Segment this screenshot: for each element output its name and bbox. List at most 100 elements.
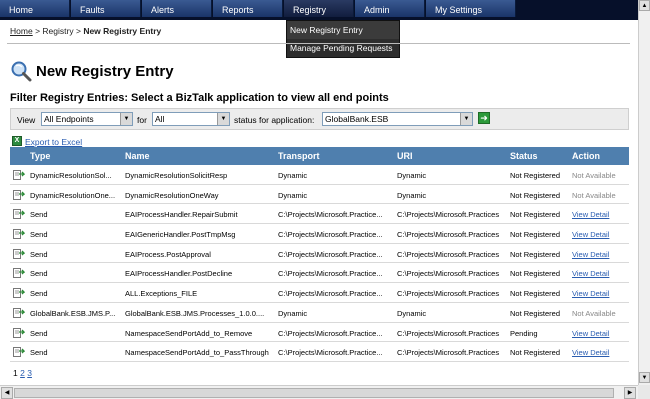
cell-transport: C:\Projects\Microsoft.Practice... [278,249,383,259]
cell-uri: C:\Projects\Microsoft.Practices [397,269,500,279]
endpoint-send-icon [13,307,25,318]
header-action[interactable]: Action [572,151,628,161]
header-name[interactable]: Name [125,151,275,161]
cell-transport: Dynamic [278,171,308,180]
pagination: 1 2 3 [13,368,32,378]
view-detail-link[interactable]: View Detail [572,348,628,357]
endpoint-send-icon [13,170,25,180]
cell-transport: Dynamic [278,308,308,318]
scrollbar-corner [638,385,650,399]
cell-status: Not Registered [510,308,561,318]
endpoint-send-icon [13,189,25,200]
cell-uri: Dynamic [397,171,427,180]
cell-status: Not Registered [510,249,561,259]
page-3-link[interactable]: 3 [27,368,32,378]
menu-item-manage-pending-requests[interactable]: Manage Pending Requests [287,39,399,57]
tab-registry[interactable]: Registry [284,0,354,17]
chevron-down-icon: ▼ [120,113,132,125]
cell-type: Send [30,328,48,338]
cell-uri: C:\Projects\Microsoft.Practices [397,210,500,220]
scroll-thumb[interactable] [14,388,614,398]
view-detail-link[interactable]: View Detail [572,329,628,338]
page-2-link[interactable]: 2 [20,368,25,378]
horizontal-scrollbar[interactable]: ◀ ▶ [0,385,638,399]
scroll-right-icon[interactable]: ▶ [624,387,636,399]
cell-name: ALL.Exceptions_FILE [125,289,198,299]
cell-status: Not Registered [510,348,561,358]
page-subtitle: Filter Registry Entries: Select a BizTal… [10,92,389,104]
tab-admin[interactable]: Admin [355,0,425,17]
cell-type: DynamicResolutionSol... [30,171,112,180]
table-body: DynamicResolutionSol... DynamicResolution… [10,165,629,362]
cell-type: Send [30,230,48,240]
for-select[interactable]: All ▼ [152,112,230,126]
cell-transport: C:\Projects\Microsoft.Practice... [278,328,383,338]
view-detail-link[interactable]: View Detail [572,230,628,239]
header-type[interactable]: Type [30,151,125,161]
cell-name: NamespaceSendPortAdd_to_PassThrough [125,348,269,358]
scroll-left-icon[interactable]: ◀ [1,387,13,399]
table-row: DynamicResolutionSol... DynamicResolution… [10,165,629,185]
cell-status: Pending [510,328,538,338]
cell-action: Not Available [572,171,616,180]
breadcrumb-separator: > [35,26,41,36]
application-select[interactable]: GlobalBank.ESB ▼ [322,112,473,126]
cell-name: EAIProcess.PostApproval [125,249,211,259]
cell-name: GlobalBank.ESB.JMS.Processes_1.0.0.... [125,308,265,318]
table-row: Send EAIGenericHandler.PostTmpMsg C:\Proje… [10,224,629,244]
header-transport[interactable]: Transport [278,151,394,161]
cell-transport: C:\Projects\Microsoft.Practice... [278,230,383,240]
table-header: Type Name Transport URI Status Action [10,147,629,165]
for-select-value: All [155,114,165,124]
endpoint-send-icon [13,327,25,338]
page-title: New Registry Entry [36,63,174,80]
header-status[interactable]: Status [510,151,572,161]
view-detail-link[interactable]: View Detail [572,269,628,278]
view-detail-link[interactable]: View Detail [572,210,628,219]
vertical-scrollbar[interactable]: ▲ ▼ [638,0,650,385]
tab-reports[interactable]: Reports [213,0,283,17]
cell-status: Not Registered [510,289,561,299]
scroll-up-icon[interactable]: ▲ [639,0,650,11]
go-arrow-icon[interactable]: ➜ [478,112,490,124]
endpoint-send-icon [13,248,25,259]
header-uri[interactable]: URI [397,151,509,161]
endpoint-send-icon [13,268,25,279]
scroll-down-icon[interactable]: ▼ [639,372,650,383]
registry-search-icon [11,61,32,82]
breadcrumb-separator: > [75,26,81,36]
cell-uri: C:\Projects\Microsoft.Practices [397,230,500,240]
table-row: GlobalBank.ESB.JMS.P... GlobalBank.ESB.JM… [10,302,629,323]
breadcrumb-registry: Registry [42,26,74,36]
cell-name: EAIProcessHandler.RepairSubmit [125,210,238,220]
chevron-down-icon: ▼ [217,113,229,125]
table-row: Send NamespaceSendPortAdd_to_PassThrough C… [10,342,629,362]
table-row: Send EAIProcessHandler.RepairSubmit C:\Pro… [10,204,629,225]
endpoint-send-icon [13,209,25,220]
cell-name: EAIProcessHandler.PostDecline [125,269,233,279]
divider [7,43,630,44]
tab-faults[interactable]: Faults [71,0,141,17]
tab-home[interactable]: Home [0,0,70,17]
excel-icon[interactable]: X [12,136,22,146]
view-select[interactable]: All Endpoints ▼ [41,112,133,126]
cell-status: Not Registered [510,230,561,240]
breadcrumb-home-link[interactable]: Home [10,26,33,36]
view-detail-link[interactable]: View Detail [572,289,628,298]
tab-my-settings[interactable]: My Settings [426,0,516,17]
cell-uri: Dynamic [397,190,427,200]
tab-alerts[interactable]: Alerts [142,0,212,17]
cell-type: Send [30,289,48,299]
application-select-value: GlobalBank.ESB [325,114,389,124]
view-detail-link[interactable]: View Detail [572,250,628,259]
top-nav-bar: Home Faults Alerts Reports Registry Admi… [0,0,638,20]
view-label: View [17,115,36,125]
cell-transport: C:\Projects\Microsoft.Practice... [278,210,383,220]
status-label: status for application: [234,115,315,125]
export-to-excel-link[interactable]: Export to Excel [25,137,82,147]
cell-action: Not Available [572,190,616,200]
cell-uri: C:\Projects\Microsoft.Practices [397,289,500,299]
cell-name: NamespaceSendPortAdd_to_Remove [125,328,253,338]
registry-table: Type Name Transport URI Status Action Dy… [10,147,629,362]
menu-item-new-registry-entry[interactable]: New Registry Entry [287,21,399,39]
